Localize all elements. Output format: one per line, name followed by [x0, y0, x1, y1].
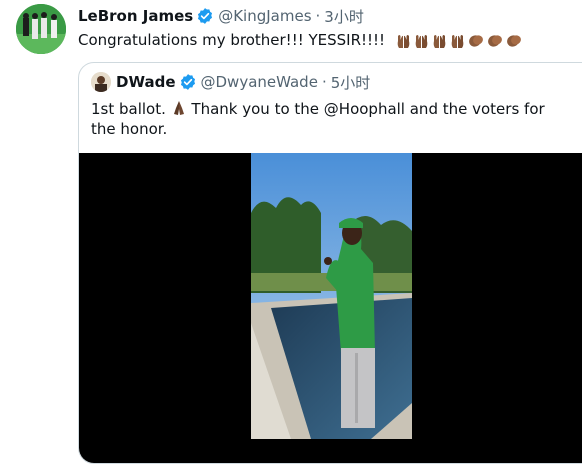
- emoji-row: [396, 33, 522, 49]
- video-player[interactable]: [79, 153, 582, 463]
- verified-badge-icon: [196, 7, 214, 25]
- separator-dot: ·: [321, 73, 327, 91]
- quoted-tweet-header: DWade @DwyaneWade · 5小时: [91, 71, 370, 93]
- quoted-tweet-text: 1st ballot. Thank you to the @Hoophall a…: [91, 99, 571, 139]
- clapping-hands-emoji-icon: [487, 34, 502, 47]
- verified-badge-icon: [179, 73, 197, 91]
- tweet-body: Congratulations my brother!!! YESSIR!!!!: [78, 31, 386, 49]
- raised-hands-emoji-icon: [433, 34, 446, 48]
- clapping-hands-emoji-icon: [468, 34, 483, 47]
- author-name[interactable]: LeBron James: [78, 7, 193, 25]
- quoted-author-name[interactable]: DWade: [116, 73, 176, 91]
- dwade-avatar[interactable]: [91, 72, 111, 92]
- tweet-header: LeBron James @KingJames · 3小时: [78, 6, 364, 26]
- clapping-hands-emoji-icon: [506, 34, 521, 47]
- separator-dot: ·: [315, 7, 321, 25]
- timestamp[interactable]: 3小时: [324, 6, 364, 27]
- quoted-author-handle[interactable]: @DwyaneWade: [201, 73, 318, 91]
- lebron-avatar[interactable]: [16, 4, 66, 54]
- raised-hands-emoji-icon: [451, 34, 464, 48]
- author-handle[interactable]: @KingJames: [218, 7, 311, 25]
- raised-hands-emoji-icon: [397, 34, 410, 48]
- folded-hands-emoji-icon: [173, 101, 184, 115]
- tweet-text: Congratulations my brother!!! YESSIR!!!!: [78, 30, 522, 50]
- quoted-timestamp[interactable]: 5小时: [331, 72, 371, 93]
- quoted-tweet-card[interactable]: DWade @DwyaneWade · 5小时 1st ballot. Than…: [78, 62, 582, 464]
- video-frame[interactable]: [251, 153, 412, 439]
- raised-hands-emoji-icon: [415, 34, 428, 48]
- quoted-text-part-1: 1st ballot.: [91, 100, 171, 118]
